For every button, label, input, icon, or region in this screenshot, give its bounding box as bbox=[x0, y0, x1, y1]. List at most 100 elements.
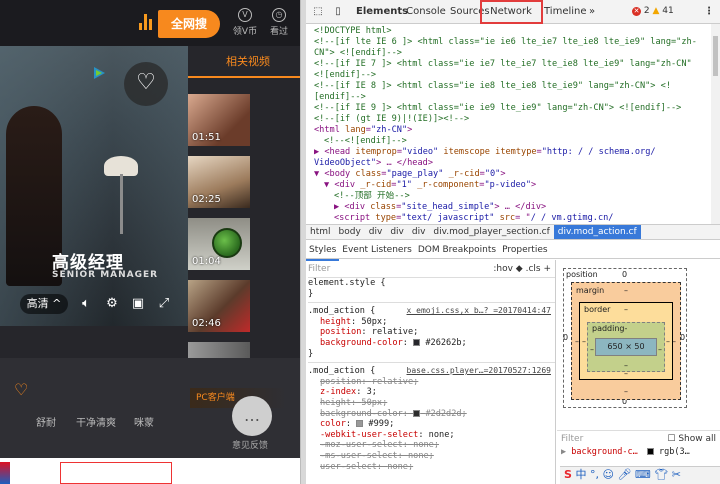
breadcrumb-item[interactable]: div bbox=[386, 225, 408, 239]
punctuation-icon[interactable]: °, bbox=[590, 468, 599, 481]
border-right-value[interactable]: – bbox=[666, 337, 670, 346]
margin-bottom-value[interactable]: – bbox=[624, 387, 628, 396]
css-property[interactable]: position: relative; bbox=[308, 327, 555, 338]
error-warning-counter[interactable]: ✕ 2 ▲ 41 bbox=[632, 6, 674, 16]
css-property[interactable]: height: 50px; bbox=[308, 317, 555, 328]
dom-node-line[interactable]: <![endif]--> bbox=[314, 70, 712, 81]
css-property[interactable]: height: 50px; bbox=[308, 398, 555, 409]
subtab-event-listeners[interactable]: Event Listeners bbox=[339, 241, 415, 259]
dom-tree-scrollbar[interactable] bbox=[711, 24, 720, 224]
dom-node-line[interactable]: <!--[if IE 9 ]> <html class="ie ie9 lte_… bbox=[314, 103, 712, 114]
css-source-link[interactable]: base.css.player…=20170527:1269 bbox=[407, 366, 552, 377]
related-video-thumb[interactable]: 02:25 bbox=[188, 156, 250, 208]
tag-link[interactable]: 咪蒙 bbox=[134, 414, 154, 429]
computed-filter-input[interactable]: Filter bbox=[561, 434, 583, 444]
border-top-value[interactable]: – bbox=[624, 305, 628, 314]
breadcrumb-item[interactable]: div bbox=[408, 225, 430, 239]
css-property[interactable]: color: #999; bbox=[308, 419, 555, 430]
padding-left-value[interactable]: – bbox=[590, 345, 594, 354]
dom-node-line[interactable]: <!DOCTYPE html> bbox=[314, 26, 712, 37]
chinese-mode-icon[interactable]: 中 bbox=[575, 468, 586, 481]
padding-bottom-value[interactable]: – bbox=[624, 361, 628, 370]
position-left-value[interactable]: 0 bbox=[563, 333, 568, 342]
css-property[interactable]: -moz-user-select: none; bbox=[308, 440, 555, 451]
keyboard-icon[interactable]: ⌨ bbox=[635, 468, 651, 481]
css-property[interactable]: -webkit-user-select: none; bbox=[308, 430, 555, 441]
quality-button[interactable]: 高清 ^ bbox=[20, 294, 68, 314]
thumbnail-edge[interactable] bbox=[60, 462, 172, 484]
add-favorite-button[interactable]: ♡ bbox=[124, 62, 168, 106]
ime-toolbar[interactable]: S 中 °, ☺ 🎤︎ ⌨ 👕︎ ✂ bbox=[560, 466, 720, 484]
dom-node-line[interactable]: <script type="text/ javascript" src= "/ … bbox=[314, 213, 712, 224]
tab-elements[interactable]: Elements bbox=[356, 0, 408, 24]
settings-gear-icon[interactable]: ⚙ bbox=[104, 296, 120, 312]
dom-node-line[interactable]: <!--顶部 开始--> bbox=[314, 191, 712, 202]
margin-top-value[interactable]: – bbox=[624, 286, 628, 295]
dom-node-line[interactable]: ▼ <body class="page_play" _r-cid="0"> bbox=[314, 169, 712, 180]
related-video-thumb[interactable]: 01:51 bbox=[188, 94, 250, 146]
css-rule-selector[interactable]: .mod_action {x_emoji.css,x_b…? =20170414… bbox=[308, 306, 555, 317]
css-property[interactable]: background-color: #2d2d2d; bbox=[308, 409, 555, 420]
dom-node-line[interactable]: <!--<![endif]--> bbox=[314, 136, 712, 147]
dom-node-line[interactable]: <html lang="zh-CN"> bbox=[314, 125, 712, 136]
dom-node-line[interactable]: <!--[if (gt IE 9)|!(IE)]><!--> bbox=[314, 114, 712, 125]
css-property[interactable]: z-index: 3; bbox=[308, 387, 555, 398]
related-video-thumb[interactable]: 01:04 bbox=[188, 218, 250, 270]
history-button[interactable]: ◷ 看过 bbox=[264, 8, 294, 37]
thumbnail-edge[interactable] bbox=[0, 462, 10, 484]
css-property[interactable]: -ms-user-select: none; bbox=[308, 451, 555, 462]
heart-plus-icon[interactable]: ♡ bbox=[14, 380, 28, 399]
related-video-thumb[interactable]: 02:46 bbox=[188, 280, 250, 332]
tools-icon[interactable]: ✂ bbox=[672, 468, 681, 481]
dom-node-line[interactable]: VideoObject"> … </head> bbox=[314, 158, 712, 169]
breadcrumb-item[interactable]: div.mod_action.cf bbox=[553, 225, 641, 239]
box-model-content[interactable]: 650 × 50 bbox=[595, 338, 657, 356]
color-swatch[interactable] bbox=[413, 409, 421, 417]
styles-filter-input[interactable]: Filter bbox=[308, 264, 330, 274]
tag-link[interactable]: 舒耐 bbox=[36, 414, 56, 429]
subtab-dom-breakpoints[interactable]: DOM Breakpoints bbox=[415, 241, 499, 259]
dom-node-line[interactable]: <!--[if lte IE 6 ]> <html class="ie ie6 … bbox=[314, 37, 712, 48]
emoji-icon[interactable]: ☺ bbox=[602, 468, 613, 481]
vcoin-button[interactable]: V 领V币 bbox=[230, 8, 260, 37]
dom-node-line[interactable]: ▼ <div _r-cid="1" _r-component="p-video"… bbox=[314, 180, 712, 191]
dom-node-line[interactable]: <!--[if IE 8 ]> <html class="ie ie8 lte_… bbox=[314, 81, 712, 92]
inspect-element-icon[interactable]: ⬚ bbox=[310, 0, 326, 24]
fullscreen-icon[interactable]: ⤢ bbox=[156, 296, 172, 312]
tab-console[interactable]: Console bbox=[406, 0, 446, 24]
more-tabs-chevron-icon[interactable]: » bbox=[586, 0, 598, 24]
device-toolbar-icon[interactable]: ▯ bbox=[330, 0, 346, 24]
devtools-menu-icon[interactable]: ⋮ bbox=[702, 0, 716, 24]
css-property[interactable]: position: relative; bbox=[308, 377, 555, 388]
tab-timeline[interactable]: Timeline bbox=[544, 0, 587, 24]
search-all-button[interactable]: 全网搜 bbox=[158, 10, 220, 38]
dom-node-line[interactable]: ▶ <head itemprop="video" itemscope itemt… bbox=[314, 147, 712, 158]
hot-chart-icon[interactable] bbox=[139, 14, 153, 30]
position-top-value[interactable]: 0 bbox=[622, 270, 627, 279]
border-left-value[interactable]: – bbox=[582, 337, 586, 346]
dom-node-line[interactable]: [endif]--> bbox=[314, 92, 712, 103]
scrollbar-thumb[interactable] bbox=[713, 36, 718, 76]
color-swatch[interactable] bbox=[356, 420, 364, 428]
css-property[interactable]: background-color: #26262b; bbox=[308, 338, 555, 349]
css-source-link[interactable]: x_emoji.css,x_b…? =20170414:47 bbox=[407, 306, 552, 317]
subtab-properties[interactable]: Properties bbox=[499, 241, 550, 259]
show-all-checkbox[interactable]: ☐ Show all bbox=[667, 431, 716, 447]
picture-in-picture-icon[interactable]: ▣ bbox=[130, 296, 146, 312]
dom-node-line[interactable]: ▶ <div class="site_head_simple"> … </div… bbox=[314, 202, 712, 213]
dom-node-line[interactable]: CN"> <![endif]--> bbox=[314, 48, 712, 59]
breadcrumb-item[interactable]: div bbox=[365, 225, 387, 239]
skin-icon[interactable]: 👕︎ bbox=[654, 468, 668, 481]
css-property[interactable]: user-select: none; bbox=[308, 462, 555, 473]
padding-right-value[interactable]: – bbox=[658, 345, 662, 354]
breadcrumb-item[interactable]: body bbox=[335, 225, 365, 239]
voice-icon[interactable]: 🎤︎ bbox=[617, 468, 631, 481]
tab-related-videos[interactable]: 相关视频 bbox=[188, 46, 300, 78]
css-rule-selector[interactable]: .mod_action {base.css.player…=20170527:1… bbox=[308, 366, 555, 377]
volume-icon[interactable]: 🔈︎ bbox=[78, 296, 94, 312]
color-swatch[interactable] bbox=[413, 338, 421, 346]
breadcrumb-item[interactable]: html bbox=[306, 225, 335, 239]
feedback-button[interactable]: … bbox=[232, 396, 272, 436]
dom-node-line[interactable]: <!--[if IE 7 ]> <html class="ie ie7 lte_… bbox=[314, 59, 712, 70]
styles-filter-tools[interactable]: :hov ◆ .cls + bbox=[493, 260, 551, 278]
